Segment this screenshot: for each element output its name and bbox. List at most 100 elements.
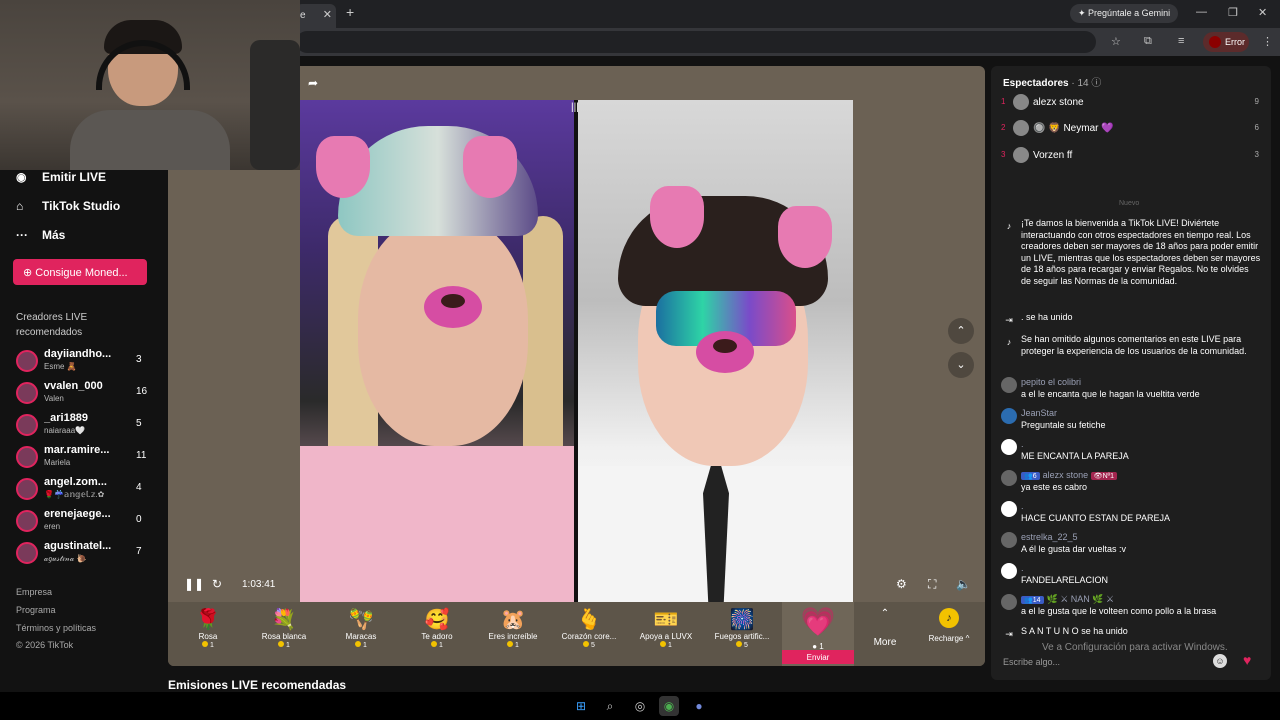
gift-item[interactable]: 💐 Rosa blanca 1 — [246, 608, 322, 664]
refresh-icon[interactable]: ↻ — [212, 577, 222, 591]
chat-message[interactable]: . FANDELARELACION — [1001, 563, 1265, 587]
chat-message[interactable]: . HACE CUANTO ESTAN DE PAREJA — [1001, 501, 1265, 525]
viewer-rank: 1 — [1001, 97, 1006, 106]
windows-start-icon[interactable]: ⊞ — [571, 696, 591, 716]
creator-item[interactable]: mar.ramire... Mariela 11 — [16, 444, 156, 472]
top-viewer[interactable]: 2 🔘 🦁 Neymar 💜 6 — [1001, 120, 1263, 138]
home-icon: ⌂ — [16, 199, 24, 213]
chat-message[interactable]: estrelka_22_5 A él le gusta dar vueltas :… — [1001, 532, 1265, 556]
get-coins-button[interactable]: ⊕ Consigue Moned... — [13, 259, 147, 285]
top-viewer[interactable]: 3 Vorzen ff 3 — [1001, 147, 1263, 165]
avatar — [1001, 594, 1017, 610]
footer-link-terms[interactable]: Términos y políticas — [16, 623, 96, 633]
gift-item[interactable]: 🎫 Apoya a LUVX 1 — [628, 608, 704, 664]
message-user-row: 👥14 🌿 ⚔ NAN 🌿 ⚔ — [1021, 594, 1114, 605]
browser-tab[interactable]: e ✕ — [296, 4, 336, 28]
dog-ear-filter — [316, 136, 370, 198]
message-text: S A N T U N O se ha unido — [1021, 626, 1128, 636]
minimize-icon[interactable]: — — [1196, 6, 1207, 18]
more-gifts-button[interactable]: ⌃ More — [868, 608, 902, 648]
extensions-icon[interactable]: ⧉ — [1144, 35, 1152, 48]
emoji-icon[interactable]: ☺ — [1213, 654, 1227, 668]
footer-link-company[interactable]: Empresa — [16, 587, 52, 597]
sidebar-item-studio[interactable]: ⌂ TikTok Studio — [16, 199, 120, 213]
send-gift-button[interactable]: Enviar — [782, 650, 854, 664]
message-user[interactable]: . — [1021, 439, 1024, 449]
message-user[interactable]: pepito el colibri — [1021, 377, 1081, 387]
creator-item[interactable]: dayiiandho... Esme 🧸 3 — [16, 348, 156, 376]
avatar — [1013, 94, 1029, 110]
finger-heart-icon: 🫰 — [576, 609, 602, 631]
featured-gift[interactable]: 💗 ● 1 Enviar — [782, 602, 854, 666]
window-close-icon[interactable]: ✕ — [1258, 6, 1267, 19]
enter-icon: ⇥ — [1005, 629, 1013, 639]
message-user[interactable]: JeanStar — [1021, 408, 1057, 418]
pause-icon[interactable]: ❚❚ — [184, 577, 204, 591]
footer-link-program[interactable]: Programa — [16, 605, 56, 615]
creator-name: agustinatel... — [44, 540, 112, 552]
creator-item[interactable]: angel.zom... 🌹☔𝕒𝕟𝕘𝕖𝕝.𝕫.✿ 4 — [16, 476, 156, 504]
system-message: ♪ Se han omitido algunos comentarios en e… — [1001, 334, 1265, 370]
tiktok-icon: ♪ — [1006, 337, 1012, 347]
settings-icon[interactable]: ⚙ — [896, 577, 907, 591]
viewer-count: 7 — [136, 546, 142, 557]
taskbar: ⊞ ⌕ ◎ ◉ ● — [0, 692, 1280, 720]
gift-item[interactable]: 🌹 Rosa 1 — [170, 608, 246, 664]
message-user[interactable]: alezx stone — [1043, 470, 1089, 480]
address-bar[interactable] — [296, 31, 1096, 53]
maximize-icon[interactable]: ❐ — [1228, 6, 1238, 19]
gift-item[interactable]: 🪇 Maracas 1 — [323, 608, 399, 664]
stream-time: 1:03:41 — [242, 579, 276, 590]
avatar — [16, 414, 38, 436]
sidebar-item-more[interactable]: ··· Más — [16, 228, 65, 242]
message-user[interactable]: estrelka_22_5 — [1021, 532, 1078, 542]
message-user[interactable]: . — [1021, 501, 1024, 511]
chat-message[interactable]: JeanStar Preguntale su fetiche — [1001, 408, 1265, 432]
message-user[interactable]: 🌿 ⚔ NAN 🌿 ⚔ — [1047, 594, 1115, 604]
obs-icon[interactable]: ◎ — [630, 696, 650, 716]
creator-item[interactable]: vvalen_000 Valen 16 — [16, 380, 156, 408]
gift-item[interactable]: 🥰 Te adoro 1 — [399, 608, 475, 664]
viewers-header[interactable]: Espectadores · 14 ⓘ — [1003, 74, 1101, 89]
chat-message[interactable]: 👥6 alezx stone 👁Nº1 ya este es cabro — [1001, 470, 1265, 494]
creator-subtitle: naiaraaa🤍 — [44, 426, 86, 435]
creator-item[interactable]: _ari1889 naiaraaa🤍 5 — [16, 412, 156, 440]
gift-item[interactable]: 🎆 Fuegos artific... 5 — [704, 608, 780, 664]
gemini-label: Pregúntale a Gemini — [1088, 8, 1171, 18]
chair-shape — [250, 40, 300, 170]
chat-message[interactable]: pepito el colibri a el le encanta que le … — [1001, 377, 1265, 401]
recharge-button[interactable]: ♪ Recharge ^ — [920, 608, 978, 643]
share-icon[interactable]: ➦ — [308, 76, 318, 90]
creator-item[interactable]: agustinatel... 𝒶𝑔𝓊𝓈𝓉𝒾𝓃𝒶 🐌 7 — [16, 540, 156, 568]
discord-icon[interactable]: ● — [689, 696, 709, 716]
heart-icon[interactable]: ♥ — [1243, 652, 1251, 668]
gift-item[interactable]: 🫰 Corazón core... 5 — [551, 608, 627, 664]
volume-icon[interactable]: 🔈 — [956, 577, 971, 591]
badge-value: Nº1 — [1102, 473, 1115, 480]
viewer-count: 5 — [136, 418, 142, 429]
info-icon[interactable]: ⓘ — [1091, 78, 1101, 89]
close-tab-icon[interactable]: ✕ — [323, 8, 332, 21]
gift-item[interactable]: 🐹 Eres increíble 1 — [475, 608, 551, 664]
sidebar-item-go-live[interactable]: ◉ Emitir LIVE — [16, 170, 106, 184]
fullscreen-icon[interactable]: ⛶ — [928, 577, 936, 592]
media-control-icon[interactable]: ≡ — [1178, 35, 1184, 47]
avatar — [1001, 532, 1017, 548]
message-user[interactable]: . — [1021, 563, 1024, 573]
chat-message[interactable]: 👥14 🌿 ⚔ NAN 🌿 ⚔ a el le gusta que le volte… — [1001, 594, 1265, 618]
menu-icon[interactable]: ⋮ — [1262, 35, 1273, 48]
next-live-button[interactable]: ⌄ — [948, 352, 974, 378]
avatar — [1001, 408, 1017, 424]
previous-live-button[interactable]: ⌃ — [948, 318, 974, 344]
new-tab-button[interactable]: + — [346, 4, 354, 20]
chat-message[interactable]: . ME ENCANTA LA PAREJA — [1001, 439, 1265, 463]
gemini-button[interactable]: ✦ Pregúntale a Gemini — [1070, 4, 1179, 23]
viewer-count: 16 — [136, 386, 148, 397]
creator-item[interactable]: erenejaege... eren 0 — [16, 508, 156, 536]
chrome-icon[interactable]: ◉ — [659, 696, 679, 716]
heart-face-icon: 🥰 — [424, 609, 450, 631]
search-icon[interactable]: ⌕ — [600, 696, 620, 716]
top-viewer[interactable]: 1 alezx stone 9 — [1001, 94, 1263, 112]
profile-error-button[interactable]: Error — [1203, 32, 1249, 52]
bookmark-star-icon[interactable]: ☆ — [1111, 35, 1121, 48]
